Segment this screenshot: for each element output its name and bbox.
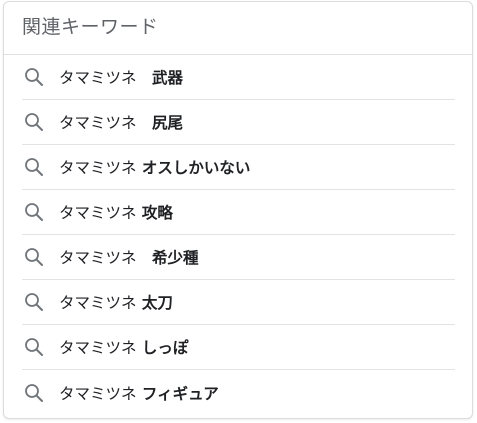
related-keyword-item[interactable]: タマミツネ しっぽ xyxy=(22,325,455,370)
related-keyword-list: タマミツネ 武器 タマミツネ 尻尾 タマミツネ オスしかいない タマミツネ 攻略… xyxy=(4,55,472,415)
query-base: タマミツネ xyxy=(59,294,137,312)
card-title: 関連キーワード xyxy=(22,16,159,38)
query-base: タマミツネ xyxy=(59,339,137,357)
query-extra: 尻尾 xyxy=(136,114,184,132)
related-keyword-item[interactable]: タマミツネ オスしかいない xyxy=(22,145,455,190)
search-icon xyxy=(24,202,44,222)
query-base: タマミツネ xyxy=(59,159,137,177)
related-keyword-item[interactable]: タマミツネ 太刀 xyxy=(22,280,455,325)
query-extra: しっぽ xyxy=(136,339,189,357)
related-keywords-card: 関連キーワード タマミツネ 武器 タマミツネ 尻尾 タマミツネ オスしかいない … xyxy=(3,1,473,419)
search-icon xyxy=(24,67,44,87)
search-icon xyxy=(24,247,44,267)
related-keyword-text: タマミツネ 武器 xyxy=(59,66,183,88)
query-extra: 武器 xyxy=(136,69,184,87)
query-extra: 太刀 xyxy=(136,294,173,312)
search-icon xyxy=(24,292,44,312)
search-icon xyxy=(24,112,44,132)
query-base: タマミツネ xyxy=(59,384,137,403)
query-base: タマミツネ xyxy=(59,69,137,87)
related-keyword-text: タマミツネ オスしかいない xyxy=(59,156,250,178)
related-keyword-text: タマミツネ しっぽ xyxy=(59,336,188,358)
related-keyword-text: タマミツネ 尻尾 xyxy=(59,111,183,133)
query-base: タマミツネ xyxy=(59,204,137,222)
query-base: タマミツネ xyxy=(59,114,137,132)
related-keyword-item[interactable]: タマミツネ 武器 xyxy=(22,55,455,100)
card-header: 関連キーワード xyxy=(4,2,472,55)
related-keyword-item[interactable]: タマミツネ 攻略 xyxy=(22,190,455,235)
related-keyword-text: タマミツネ フィギュア xyxy=(59,382,219,404)
related-keyword-text: タマミツネ 希少種 xyxy=(59,246,199,268)
related-keyword-text: タマミツネ 太刀 xyxy=(59,291,173,313)
query-base: タマミツネ xyxy=(59,249,137,267)
related-keyword-text: タマミツネ 攻略 xyxy=(59,201,173,223)
related-keyword-item[interactable]: タマミツネ 希少種 xyxy=(22,235,455,280)
query-extra: フィギュア xyxy=(136,384,219,403)
query-extra: オスしかいない xyxy=(136,159,251,177)
related-keyword-item[interactable]: タマミツネ フィギュア xyxy=(22,370,455,415)
related-keyword-item[interactable]: タマミツネ 尻尾 xyxy=(22,100,455,145)
query-extra: 攻略 xyxy=(136,204,173,222)
search-icon xyxy=(24,383,44,403)
query-extra: 希少種 xyxy=(136,249,199,267)
search-icon xyxy=(24,157,44,177)
search-icon xyxy=(24,337,44,357)
